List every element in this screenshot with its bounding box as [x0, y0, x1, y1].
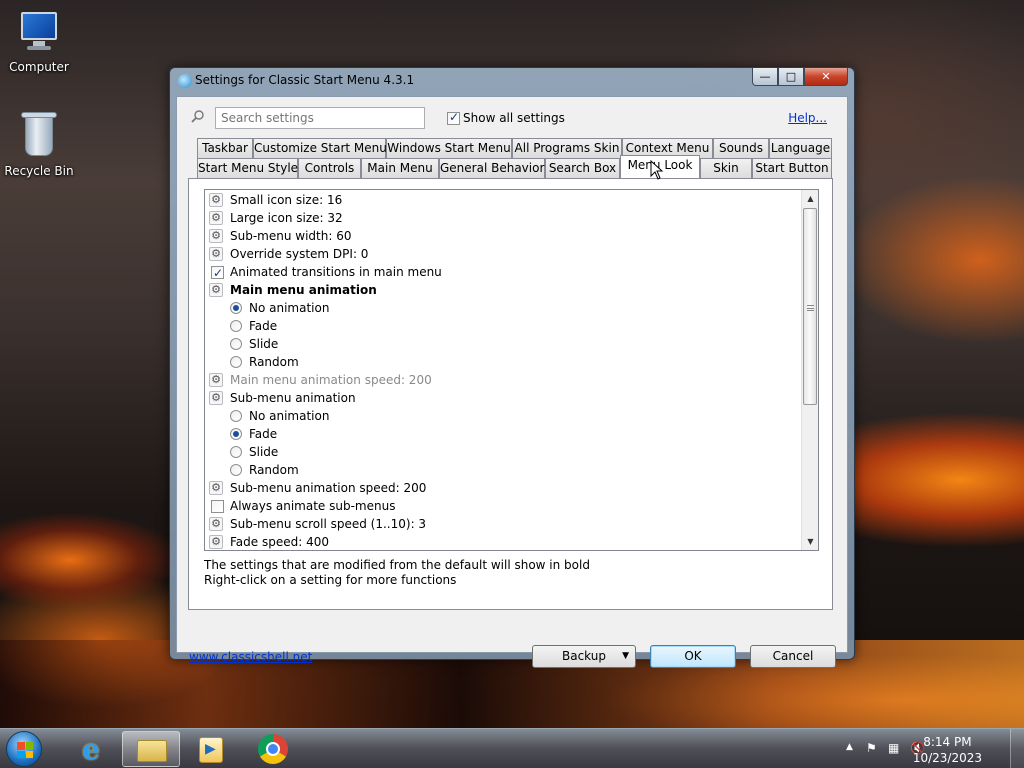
tab-customize-start-menu[interactable]: Customize Start Menu — [253, 138, 387, 158]
window-title: Settings for Classic Start Menu 4.3.1 — [195, 73, 415, 87]
tab-general-behavior[interactable]: General Behavior — [439, 158, 545, 178]
scroll-down-arrow-icon[interactable]: ▼ — [802, 533, 818, 550]
backup-label: Backup — [562, 649, 606, 663]
taskbar-chrome[interactable] — [244, 731, 302, 767]
scrollbar-thumb[interactable] — [803, 208, 817, 405]
help-link[interactable]: Help... — [788, 111, 827, 125]
ok-button[interactable]: OK — [650, 645, 736, 668]
search-settings-input[interactable] — [215, 107, 425, 129]
taskbar: e ▲ ⚑ ▦ 🔇 8:14 PM 10/23/2023 — [0, 728, 1024, 768]
radio-button[interactable] — [230, 320, 242, 332]
mouse-cursor-icon — [650, 160, 664, 180]
tab-main-menu[interactable]: Main Menu — [361, 158, 439, 178]
windows-logo-icon — [17, 742, 33, 758]
setting-gear-icon: ⚙ — [209, 535, 223, 549]
tab-skin[interactable]: Skin — [700, 158, 752, 178]
taskbar-internet-explorer[interactable]: e — [61, 731, 119, 767]
classic-shell-icon — [178, 74, 192, 88]
tab-all-programs-skin[interactable]: All Programs Skin — [512, 138, 622, 158]
close-button[interactable]: ✕ — [804, 68, 848, 86]
setting-gear-icon: ⚙ — [209, 373, 223, 387]
computer-icon — [15, 8, 63, 56]
tab-controls[interactable]: Controls — [298, 158, 361, 178]
show-desktop-button[interactable] — [1010, 729, 1024, 768]
start-button[interactable] — [6, 731, 42, 767]
title-bar[interactable]: Settings for Classic Start Menu 4.3.1 — … — [170, 68, 854, 94]
minimize-button[interactable]: — — [752, 68, 778, 86]
settings-list: ⚙ Small icon size: 16 ⚙ Large icon size: 3… — [204, 189, 819, 551]
show-all-checkbox[interactable] — [447, 110, 460, 125]
recycle-bin-icon — [15, 112, 63, 160]
media-center-icon — [199, 737, 223, 763]
system-clock[interactable]: 8:14 PM 10/23/2023 — [913, 734, 982, 766]
search-icon — [191, 110, 204, 123]
setting-gear-icon: ⚙ — [209, 481, 223, 495]
desktop-icon-label: Recycle Bin — [4, 164, 74, 178]
classicshell-website-link[interactable]: www.classicshell.net — [189, 650, 312, 664]
tab-search-box[interactable]: Search Box — [545, 158, 620, 178]
menu-look-panel: ⚙ Small icon size: 16 ⚙ Large icon size: 3… — [188, 178, 833, 610]
setting-gear-icon: ⚙ — [209, 517, 223, 531]
tab-sounds[interactable]: Sounds — [713, 138, 769, 158]
taskbar-windows-explorer[interactable] — [122, 731, 180, 767]
radio-button[interactable] — [230, 428, 242, 440]
scroll-up-arrow-icon[interactable]: ▲ — [802, 190, 818, 207]
clock-date: 10/23/2023 — [912, 751, 982, 765]
maximize-button[interactable]: □ — [778, 68, 804, 86]
windows-explorer-icon — [137, 740, 167, 762]
settings-window: Settings for Classic Start Menu 4.3.1 — … — [169, 67, 855, 668]
setting-gear-icon: ⚙ — [209, 247, 223, 261]
dropdown-arrow-icon: ▼ — [622, 651, 629, 661]
settings-scrollbar[interactable]: ▲ ▼ — [801, 190, 818, 550]
tab-windows-start-menu[interactable]: Windows Start Menu — [386, 138, 512, 158]
radio-button[interactable] — [230, 446, 242, 458]
chrome-icon — [258, 734, 288, 764]
info-text-right-click: Right-click on a setting for more functi… — [204, 573, 457, 587]
tab-taskbar[interactable]: Taskbar — [197, 138, 253, 158]
clock-time: 8:14 PM — [923, 735, 972, 749]
setting-gear-icon: ⚙ — [209, 193, 223, 207]
radio-button[interactable] — [230, 338, 242, 350]
show-all-label: Show all settings — [463, 111, 565, 125]
dialog-client-area: Show all settings Help... Taskbar Custom… — [176, 96, 848, 668]
tab-language[interactable]: Language — [769, 138, 832, 158]
network-icon[interactable]: ▦ — [888, 741, 899, 755]
radio-button[interactable] — [230, 410, 242, 422]
show-hidden-icons-chevron-icon[interactable]: ▲ — [846, 742, 853, 752]
setting-gear-icon: ⚙ — [209, 391, 223, 405]
cancel-button[interactable]: Cancel — [750, 645, 836, 668]
taskbar-media-center[interactable] — [183, 731, 241, 767]
desktop-icon-recycle-bin[interactable]: Recycle Bin — [1, 112, 77, 178]
show-all-settings-toggle[interactable]: Show all settings — [447, 110, 565, 125]
setting-gear-icon: ⚙ — [209, 211, 223, 225]
setting-checkbox[interactable] — [211, 264, 224, 282]
action-center-flag-icon[interactable]: ⚑ — [866, 741, 877, 755]
setting-checkbox[interactable] — [211, 500, 224, 513]
tab-start-menu-style[interactable]: Start Menu Style — [197, 158, 298, 178]
setting-gear-icon: ⚙ — [209, 283, 223, 297]
system-tray: ▲ ⚑ ▦ 🔇 8:14 PM 10/23/2023 — [844, 729, 1024, 768]
radio-button[interactable] — [230, 464, 242, 476]
desktop-icon-computer[interactable]: Computer — [1, 8, 77, 74]
desktop-icon-label: Computer — [9, 60, 69, 74]
radio-button[interactable] — [230, 356, 242, 368]
backup-button[interactable]: Backup ▼ — [532, 645, 636, 668]
tab-start-button[interactable]: Start Button — [752, 158, 832, 178]
internet-explorer-icon: e — [82, 733, 100, 766]
setting-gear-icon: ⚙ — [209, 229, 223, 243]
radio-button[interactable] — [230, 302, 242, 314]
info-text-bold: The settings that are modified from the … — [204, 558, 590, 572]
